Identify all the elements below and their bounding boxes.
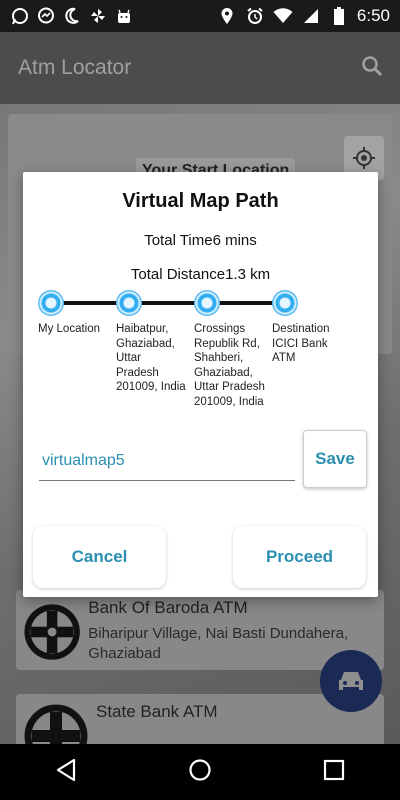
virtual-map-path-dialog: Virtual Map Path Total Time6 mins Total …: [23, 172, 378, 597]
messenger-icon: [36, 6, 56, 26]
status-bar: 6:50: [0, 0, 400, 32]
wifi-icon: [273, 6, 293, 26]
search-icon[interactable]: [360, 54, 384, 83]
route-line: [51, 301, 289, 305]
back-icon[interactable]: [55, 758, 77, 787]
whatsapp-icon: [10, 6, 30, 26]
atm-name: State Bank ATM: [96, 702, 218, 721]
moon-icon: [62, 6, 82, 26]
battery-icon: [329, 6, 349, 26]
route-node-icon: [194, 290, 220, 316]
cancel-button[interactable]: Cancel: [33, 526, 166, 588]
car-icon: [339, 672, 363, 690]
recents-icon[interactable]: [323, 759, 345, 786]
atm-name: Bank Of Baroda ATM: [88, 598, 248, 617]
android-icon: [114, 6, 134, 26]
atm-logo-icon: [24, 604, 80, 660]
route-node-icon: [38, 290, 64, 316]
home-icon[interactable]: [188, 758, 212, 787]
status-clock: 6:50: [356, 6, 390, 25]
app-title: Atm Locator: [18, 56, 132, 79]
crosshair-icon: [353, 147, 375, 169]
signal-icon: [301, 6, 321, 26]
dialog-title: Virtual Map Path: [122, 190, 279, 212]
notification-icons: [0, 6, 134, 26]
navigation-bar: [0, 744, 400, 800]
alarm-icon: [245, 6, 265, 26]
route-path: My Location Haibatpur, Ghaziabad, Uttar …: [23, 290, 378, 430]
route-node-icon: [272, 290, 298, 316]
map-name-field: [39, 442, 300, 481]
route-node-icon: [116, 290, 142, 316]
save-button[interactable]: Save: [303, 430, 367, 488]
proceed-button[interactable]: Proceed: [233, 526, 366, 588]
map-name-input[interactable]: [39, 442, 300, 480]
app-bar: Atm Locator: [0, 32, 400, 104]
route-node-label: Crossings Republik Rd, Shahberi, Ghaziab…: [194, 323, 265, 408]
total-distance: Total Distance1.3 km: [130, 266, 271, 283]
route-node-label: Haibatpur, Ghaziabad, Uttar Pradesh 2010…: [116, 323, 186, 393]
pinwheel-icon: [88, 6, 108, 26]
location-icon: [217, 6, 237, 26]
route-node-label: Destination ICICI Bank ATM: [272, 323, 330, 364]
route-node-label: My Location: [38, 323, 101, 335]
directions-fab[interactable]: [320, 650, 382, 712]
total-time: Total Time6 mins: [144, 232, 257, 249]
